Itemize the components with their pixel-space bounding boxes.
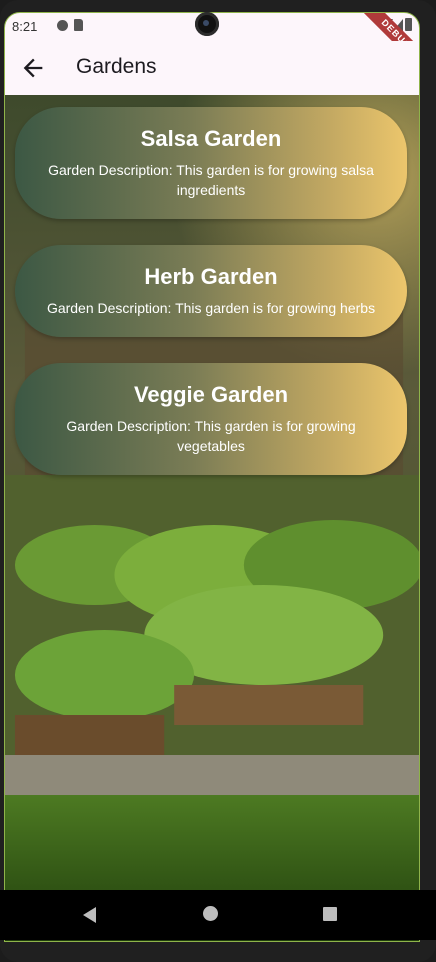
garden-background-image (5, 95, 419, 941)
garden-card-herb[interactable]: Herb Garden Garden Description: This gar… (15, 245, 407, 337)
battery-icon (405, 18, 412, 31)
garden-description: Garden Description: This garden is for g… (46, 300, 376, 316)
app-bar: Gardens (5, 41, 419, 95)
garden-name: Herb Garden (144, 264, 278, 289)
notification-icon (57, 20, 68, 31)
screen: 8:21 DEBUG Gardens Salsa Garden Garden D… (4, 12, 420, 942)
front-camera (195, 12, 219, 36)
garden-description: Garden Description: This garden is for g… (48, 162, 374, 198)
garden-card-veggie[interactable]: Veggie Garden Garden Description: This g… (15, 363, 407, 475)
back-triangle-icon[interactable] (83, 907, 96, 923)
home-circle-icon[interactable] (203, 906, 218, 921)
garden-card-salsa[interactable]: Salsa Garden Garden Description: This ga… (15, 107, 407, 219)
system-nav-bar (0, 890, 436, 940)
garden-name: Salsa Garden (140, 126, 282, 151)
garden-description: Garden Description: This garden is for g… (66, 418, 356, 454)
garden-list: Salsa Garden Garden Description: This ga… (5, 95, 419, 941)
page-title: Gardens (76, 55, 157, 78)
sd-card-icon (74, 19, 83, 31)
status-time: 8:21 (12, 19, 38, 34)
back-button[interactable] (19, 54, 47, 82)
arrow-left-icon (23, 58, 43, 78)
garden-name: Veggie Garden (133, 382, 289, 407)
recents-square-icon[interactable] (323, 907, 337, 921)
device-frame: 8:21 DEBUG Gardens Salsa Garden Garden D… (0, 0, 436, 962)
